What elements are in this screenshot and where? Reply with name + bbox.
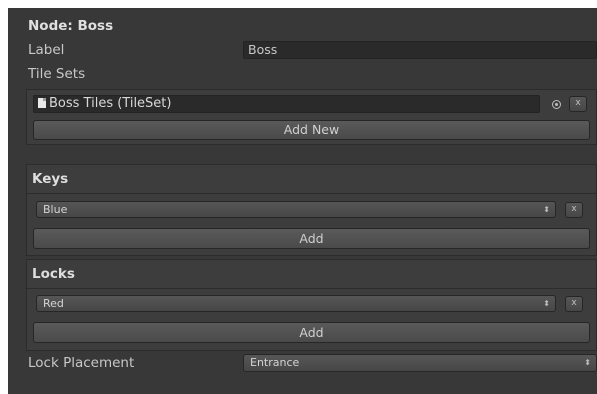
- add-key-button[interactable]: Add: [33, 228, 590, 249]
- add-lock-button[interactable]: Add: [33, 322, 590, 343]
- remove-tile-set-button[interactable]: x: [569, 96, 587, 112]
- locks-divider: [27, 288, 596, 289]
- dropdown-arrows-icon: ⬍: [543, 205, 550, 214]
- lock-dropdown-value: Red: [43, 297, 64, 310]
- keys-divider: [27, 193, 596, 194]
- locks-section: Locks Red ⬍ x Add: [26, 259, 597, 351]
- label-caption: Label: [28, 42, 65, 58]
- lock-placement-dropdown[interactable]: Entrance ⬍: [243, 354, 597, 372]
- keys-header: Keys: [32, 171, 69, 187]
- inspector-panel: Node: Boss Label Boss Tile Sets Boss Til…: [8, 8, 597, 394]
- dropdown-arrows-icon: ⬍: [584, 358, 591, 367]
- remove-lock-button[interactable]: x: [565, 296, 583, 312]
- tile-sets-caption: Tile Sets: [28, 66, 86, 82]
- tile-set-name: Boss Tiles (TileSet): [49, 96, 172, 111]
- node-title: Node: Boss: [28, 18, 114, 34]
- tile-set-object-field[interactable]: Boss Tiles (TileSet): [33, 95, 540, 113]
- dropdown-arrows-icon: ⬍: [543, 299, 550, 308]
- tile-sets-list: Boss Tiles (TileSet) x Add New: [26, 89, 597, 145]
- locks-header: Locks: [32, 266, 75, 282]
- file-icon: [38, 98, 46, 108]
- object-picker-icon[interactable]: [552, 100, 561, 109]
- key-dropdown-value: Blue: [43, 203, 68, 216]
- key-dropdown[interactable]: Blue ⬍: [36, 201, 556, 218]
- add-new-tile-set-button[interactable]: Add New: [33, 120, 590, 140]
- lock-dropdown[interactable]: Red ⬍: [36, 295, 556, 312]
- keys-section: Keys Blue ⬍ x Add: [26, 164, 597, 256]
- label-field[interactable]: Boss: [243, 41, 597, 59]
- lock-placement-value: Entrance: [250, 356, 300, 369]
- remove-key-button[interactable]: x: [565, 202, 583, 218]
- lock-placement-caption: Lock Placement: [28, 355, 135, 371]
